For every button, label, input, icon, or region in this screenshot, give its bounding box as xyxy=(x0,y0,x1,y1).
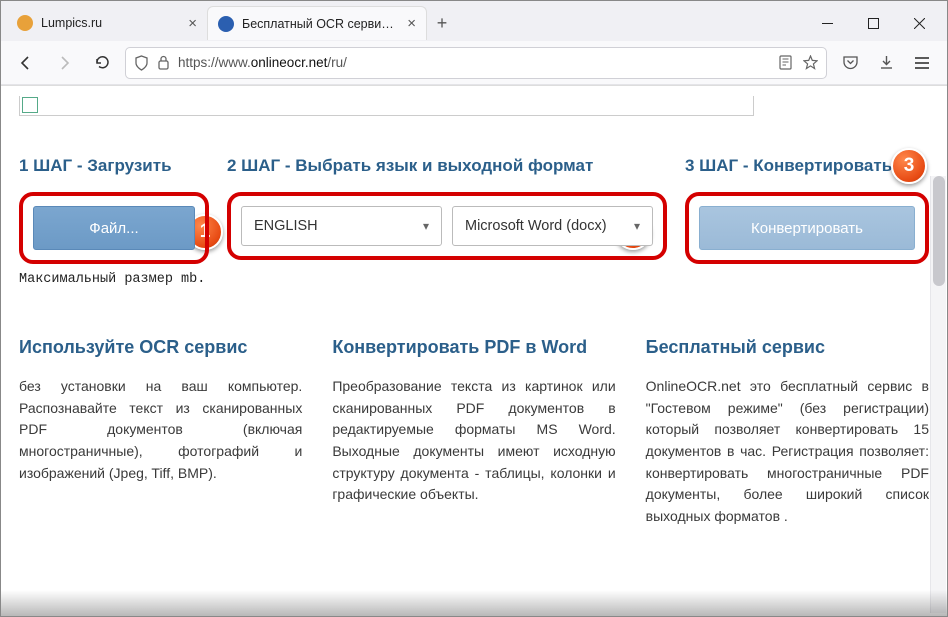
highlight-box-3: Конвертировать xyxy=(685,192,929,264)
annotation-badge-3: 3 xyxy=(891,148,927,184)
lock-icon[interactable] xyxy=(157,55,170,70)
cropped-element xyxy=(19,96,754,116)
scrollbar-thumb[interactable] xyxy=(933,176,945,286)
column-1-title: Используйте OCR сервис xyxy=(19,337,302,358)
menu-icon[interactable] xyxy=(907,48,937,78)
file-button-label: Файл... xyxy=(89,220,138,237)
column-3-title: Бесплатный сервис xyxy=(646,337,929,358)
format-value: Microsoft Word (docx) xyxy=(465,218,607,234)
forward-button[interactable] xyxy=(49,48,79,78)
toolbar: https://www.onlineocr.net/ru/ xyxy=(1,41,947,85)
maximize-button[interactable] xyxy=(851,7,895,39)
format-select[interactable]: Microsoft Word (docx) ▾ xyxy=(452,206,653,246)
url-host: onlineocr.net xyxy=(251,55,328,70)
minimize-button[interactable] xyxy=(805,7,849,39)
url-bar[interactable]: https://www.onlineocr.net/ru/ xyxy=(125,47,827,79)
column-3-text: OnlineOCR.net это бесплатный сервис в "Г… xyxy=(646,376,929,528)
convert-button[interactable]: Конвертировать xyxy=(699,206,915,250)
url-text: https://www.onlineocr.net/ru/ xyxy=(178,55,770,70)
max-filesize-note: Максимальный размер mb. xyxy=(19,272,209,287)
column-2: Конвертировать PDF в Word Преобразование… xyxy=(332,337,615,528)
highlight-box-1: Файл... xyxy=(19,192,209,264)
column-3: Бесплатный сервис OnlineOCR.net это бесп… xyxy=(646,337,929,528)
column-2-title: Конвертировать PDF в Word xyxy=(332,337,615,358)
step-3: 3 3 ШАГ - Конвертировать Конвертировать xyxy=(685,156,929,264)
downloads-icon[interactable] xyxy=(871,48,901,78)
tab-title: Бесплатный OCR сервис - Кон xyxy=(242,17,399,31)
page-content: 1 2 1 ШАГ - Загрузить Файл... Максимальн… xyxy=(1,86,947,615)
reader-icon[interactable] xyxy=(778,55,793,70)
tab-title: Lumpics.ru xyxy=(41,16,180,30)
chevron-down-icon: ▾ xyxy=(423,219,429,233)
column-1: Используйте OCR сервис без установки на … xyxy=(19,337,302,528)
language-select[interactable]: ENGLISH ▾ xyxy=(241,206,442,246)
highlight-box-2: ENGLISH ▾ Microsoft Word (docx) ▾ xyxy=(227,192,667,260)
step-1: 1 ШАГ - Загрузить Файл... Максимальный р… xyxy=(19,156,209,287)
tab-lumpics[interactable]: Lumpics.ru × xyxy=(7,6,207,40)
bookmark-icon[interactable] xyxy=(803,55,818,70)
convert-button-label: Конвертировать xyxy=(751,220,863,237)
close-window-button[interactable] xyxy=(897,7,941,39)
file-button[interactable]: Файл... xyxy=(33,206,195,250)
url-prefix: https://www. xyxy=(178,55,251,70)
step-1-title: 1 ШАГ - Загрузить xyxy=(19,156,209,176)
close-icon[interactable]: × xyxy=(188,15,197,32)
shield-icon[interactable] xyxy=(134,55,149,71)
back-button[interactable] xyxy=(11,48,41,78)
url-path: /ru/ xyxy=(327,55,347,70)
step-2: 2 ШАГ - Выбрать язык и выходной формат E… xyxy=(227,156,667,260)
info-columns: Используйте OCR сервис без установки на … xyxy=(19,337,929,528)
pocket-icon[interactable] xyxy=(835,48,865,78)
tab-strip: Lumpics.ru × Бесплатный OCR сервис - Кон… xyxy=(1,1,947,41)
step-2-title: 2 ШАГ - Выбрать язык и выходной формат xyxy=(227,156,667,176)
new-tab-button[interactable]: + xyxy=(427,8,457,38)
browser-chrome: Lumpics.ru × Бесплатный OCR сервис - Кон… xyxy=(1,1,947,86)
close-icon[interactable]: × xyxy=(407,15,416,32)
scrollbar[interactable] xyxy=(930,176,946,613)
chevron-down-icon: ▾ xyxy=(634,219,640,233)
reload-button[interactable] xyxy=(87,48,117,78)
window-controls xyxy=(805,7,941,39)
language-value: ENGLISH xyxy=(254,218,318,234)
column-1-text: без установки на ваш компьютер. Распозна… xyxy=(19,376,302,484)
steps-row: 1 2 1 ШАГ - Загрузить Файл... Максимальн… xyxy=(19,156,929,287)
column-2-text: Преобразование текста из картинок или ск… xyxy=(332,376,615,506)
tab-onlineocr[interactable]: Бесплатный OCR сервис - Кон × xyxy=(207,6,427,40)
favicon-lumpics xyxy=(17,15,33,31)
favicon-onlineocr xyxy=(218,16,234,32)
